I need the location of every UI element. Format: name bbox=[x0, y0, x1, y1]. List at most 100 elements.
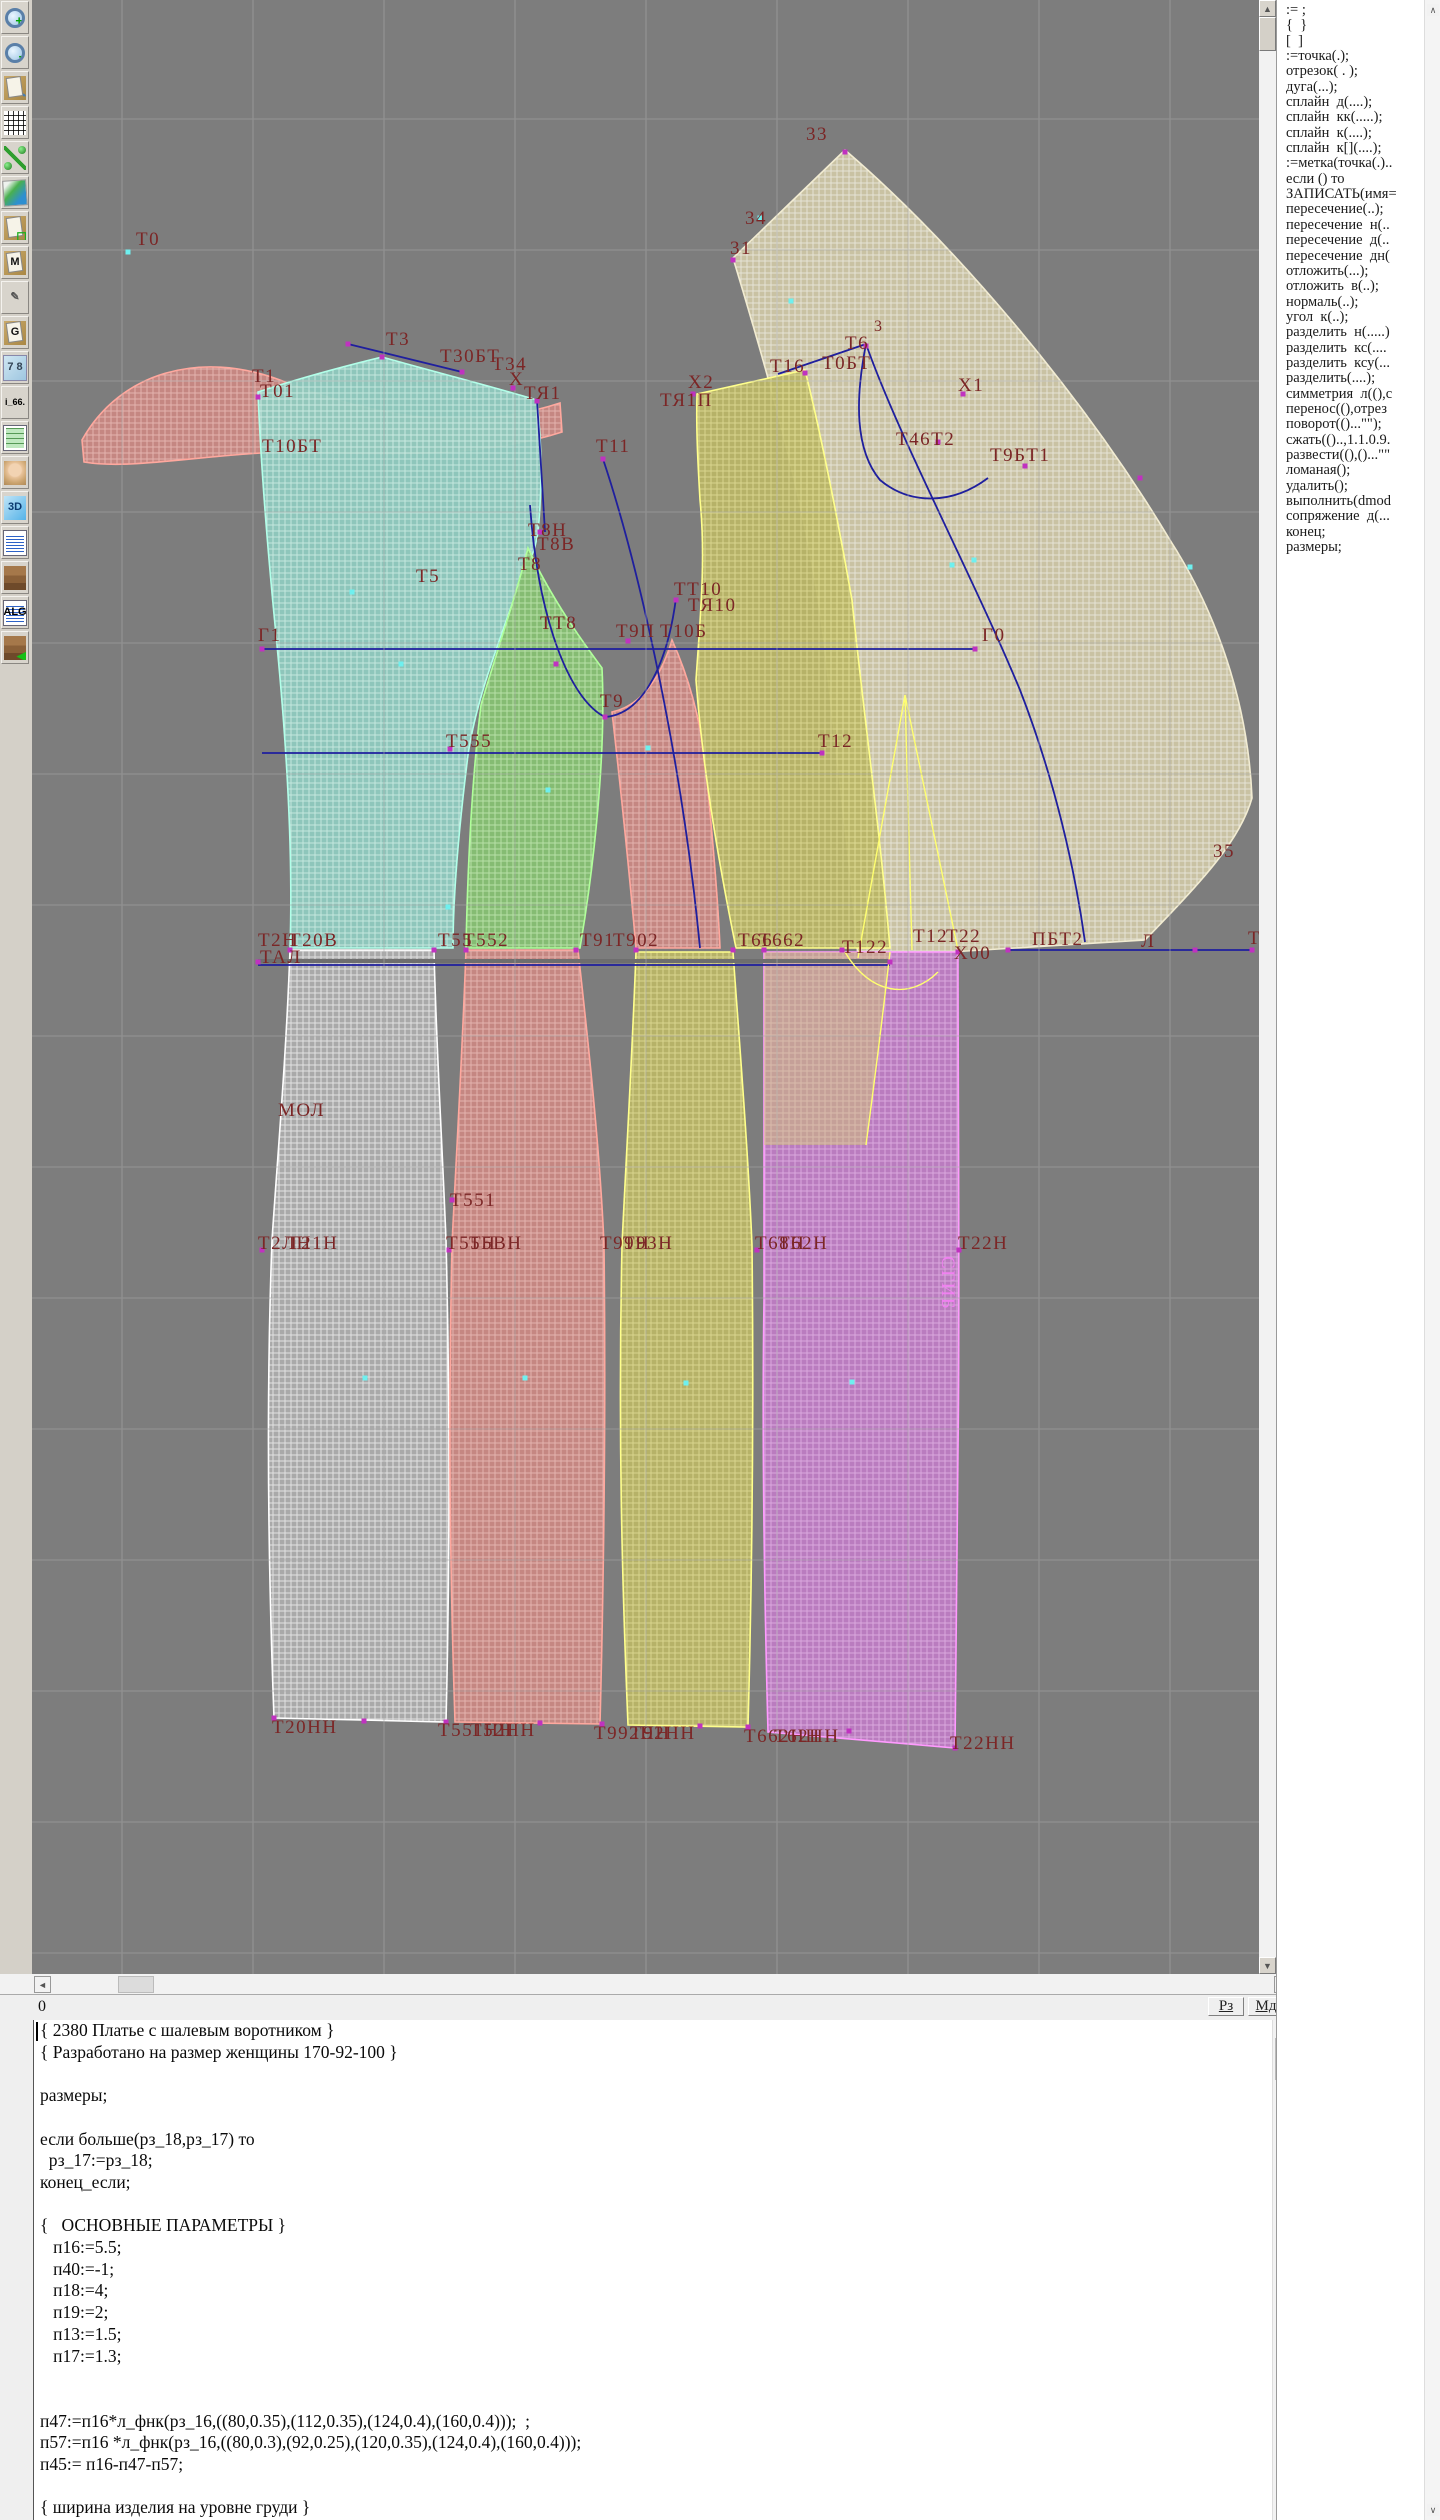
command-item[interactable]: удалить(); bbox=[1277, 479, 1425, 494]
command-item[interactable]: [ ] bbox=[1277, 34, 1425, 49]
reference-point[interactable] bbox=[850, 1380, 855, 1385]
pattern-point[interactable] bbox=[346, 342, 351, 347]
pattern-point[interactable] bbox=[1006, 948, 1011, 953]
command-item[interactable]: отрезок( . ); bbox=[1277, 64, 1425, 79]
command-item[interactable]: размеры; bbox=[1277, 540, 1425, 555]
command-item[interactable]: ЗАПИСАТЬ(имя= bbox=[1277, 187, 1425, 202]
reference-point[interactable] bbox=[546, 788, 551, 793]
command-item[interactable]: разделить н(.....) bbox=[1277, 325, 1425, 340]
scroll-up-icon[interactable]: ▲ bbox=[1259, 0, 1276, 17]
command-item[interactable]: выполнить(dmod bbox=[1277, 494, 1425, 509]
toolbar-operations-list-icon[interactable] bbox=[1, 526, 29, 559]
reference-point[interactable] bbox=[523, 1376, 528, 1381]
command-item[interactable]: если () то bbox=[1277, 172, 1425, 187]
command-item[interactable]: симметрия л((),с bbox=[1277, 387, 1425, 402]
command-item[interactable]: угол к(..); bbox=[1277, 310, 1425, 325]
panel-scroll-up-icon[interactable]: ∧ bbox=[1427, 4, 1439, 16]
pattern-point[interactable] bbox=[698, 1724, 703, 1729]
command-item[interactable]: разделить кс(.... bbox=[1277, 341, 1425, 356]
command-item[interactable]: нормаль(..); bbox=[1277, 295, 1425, 310]
toolbar-piece-m-icon[interactable]: M bbox=[1, 246, 29, 279]
command-item[interactable]: разделить ксу(... bbox=[1277, 356, 1425, 371]
pattern-point[interactable] bbox=[432, 948, 437, 953]
toolbar-blueprint-icon[interactable]: 7 8 bbox=[1, 351, 29, 384]
pattern-point[interactable] bbox=[538, 1721, 543, 1726]
command-item[interactable]: перенос((),отрез bbox=[1277, 402, 1425, 417]
reference-point[interactable] bbox=[789, 299, 794, 304]
pattern-point[interactable] bbox=[847, 1729, 852, 1734]
algorithm-editor[interactable]: { 2380 Платье с шалевым воротником }{ Ра… bbox=[0, 2020, 1272, 2520]
toolbar-library-books-icon[interactable] bbox=[1, 561, 29, 594]
pattern-piece-back-skirt[interactable] bbox=[268, 950, 449, 1722]
canvas-vscrollbar[interactable]: ▲ ▼ bbox=[1259, 0, 1276, 1974]
pattern-point[interactable] bbox=[843, 150, 848, 155]
toolbar-piece-outline-icon[interactable]: ◻ bbox=[1, 211, 29, 244]
command-item[interactable]: развести((),()..."" bbox=[1277, 448, 1425, 463]
reference-point[interactable] bbox=[350, 590, 355, 595]
command-item[interactable]: сплайн д(....); bbox=[1277, 95, 1425, 110]
command-item[interactable]: сжать(()..,1.1.0.9. bbox=[1277, 433, 1425, 448]
pattern-piece-side-back-skirt[interactable] bbox=[450, 950, 605, 1724]
reference-point[interactable] bbox=[950, 563, 955, 568]
command-item[interactable]: разделить(....); bbox=[1277, 371, 1425, 386]
pattern-point[interactable] bbox=[973, 647, 978, 652]
command-item[interactable]: сплайн к(....); bbox=[1277, 126, 1425, 141]
toolbar-size-table-icon[interactable] bbox=[1, 421, 29, 454]
pattern-point[interactable] bbox=[888, 960, 893, 965]
reference-point[interactable] bbox=[446, 905, 451, 910]
drawing-canvas[interactable]: Т0Т3Т30БТТ34ХТЯ1Т1Т01Т10БТТ5Т8НТ8ВТ8Х2ТЯ… bbox=[32, 0, 1259, 1974]
toolbar-zoom-in-icon[interactable]: + bbox=[1, 1, 29, 34]
command-item[interactable]: отложить в(..); bbox=[1277, 279, 1425, 294]
command-item[interactable]: отложить(...); bbox=[1277, 264, 1425, 279]
toolbar-measure-segment-icon[interactable] bbox=[1, 141, 29, 174]
toolbar-zoom-out-icon[interactable]: - bbox=[1, 36, 29, 69]
toolbar-piece-g-icon[interactable]: G bbox=[1, 316, 29, 349]
toolbar-piece-preview-icon[interactable]: ◔ bbox=[1, 71, 29, 104]
command-item[interactable]: сплайн кк(.....); bbox=[1277, 110, 1425, 125]
command-item[interactable]: сопряжение д(... bbox=[1277, 509, 1425, 524]
canvas-hscroll-thumb[interactable] bbox=[118, 1976, 154, 1993]
reference-point[interactable] bbox=[646, 746, 651, 751]
pattern-point[interactable] bbox=[603, 715, 608, 720]
scroll-down-icon[interactable]: ▼ bbox=[1259, 1957, 1276, 1974]
command-item[interactable]: { } bbox=[1277, 18, 1425, 33]
mode-rz-button[interactable]: Рз bbox=[1208, 1997, 1244, 2016]
pattern-point[interactable] bbox=[1138, 476, 1143, 481]
pattern-piece-side-front-skirt[interactable] bbox=[620, 952, 752, 1727]
toolbar-model-photo-icon[interactable] bbox=[1, 456, 29, 489]
command-item[interactable]: пересечение(..); bbox=[1277, 202, 1425, 217]
command-panel-scrollbar[interactable]: ∧ ∨ bbox=[1424, 0, 1440, 2520]
pattern-point[interactable] bbox=[362, 1719, 367, 1724]
command-item[interactable]: дуга(...); bbox=[1277, 80, 1425, 95]
toolbar-view-3d-icon[interactable]: 3D bbox=[1, 491, 29, 524]
toolbar-algorithm-doc-icon[interactable]: ALG bbox=[1, 596, 29, 629]
toolbar-sketch-map-icon[interactable] bbox=[1, 176, 29, 209]
reference-point[interactable] bbox=[684, 1381, 689, 1386]
toolbar-grid-icon[interactable] bbox=[1, 106, 29, 139]
command-item[interactable]: := ; bbox=[1277, 3, 1425, 18]
command-item[interactable]: сплайн к[](....); bbox=[1277, 141, 1425, 156]
pattern-point[interactable] bbox=[1193, 948, 1198, 953]
editor-text-area[interactable]: { 2380 Платье с шалевым воротником }{ Ра… bbox=[33, 2020, 1273, 2520]
command-item[interactable]: ломаная(); bbox=[1277, 463, 1425, 478]
toolbar-exit-book-icon[interactable]: ◀ bbox=[1, 631, 29, 664]
panel-scroll-down-icon[interactable]: ∨ bbox=[1427, 2504, 1439, 2516]
pattern-point[interactable] bbox=[380, 355, 385, 360]
pattern-drawing[interactable]: Т0Т3Т30БТТ34ХТЯ1Т1Т01Т10БТТ5Т8НТ8ВТ8Х2ТЯ… bbox=[32, 0, 1259, 1974]
pattern-point[interactable] bbox=[460, 370, 465, 375]
command-item[interactable]: пересечение д(.. bbox=[1277, 233, 1425, 248]
canvas-hscrollbar[interactable]: ◄ ► bbox=[0, 1974, 1292, 1994]
scroll-left-icon[interactable]: ◄ bbox=[34, 1976, 51, 1993]
reference-point[interactable] bbox=[1188, 565, 1193, 570]
command-item[interactable]: пересечение дн( bbox=[1277, 249, 1425, 264]
reference-point[interactable] bbox=[126, 250, 131, 255]
canvas-vscroll-thumb[interactable] bbox=[1259, 17, 1276, 51]
command-item[interactable]: поворот(()...""); bbox=[1277, 417, 1425, 432]
pattern-point[interactable] bbox=[554, 662, 559, 667]
command-item[interactable]: :=метка(точка(.).. bbox=[1277, 156, 1425, 171]
pattern-point[interactable] bbox=[601, 457, 606, 462]
pattern-point[interactable] bbox=[260, 647, 265, 652]
command-item[interactable]: пересечение н(.. bbox=[1277, 218, 1425, 233]
pattern-point[interactable] bbox=[574, 948, 579, 953]
toolbar-i66-label[interactable]: i_66. bbox=[1, 386, 29, 419]
